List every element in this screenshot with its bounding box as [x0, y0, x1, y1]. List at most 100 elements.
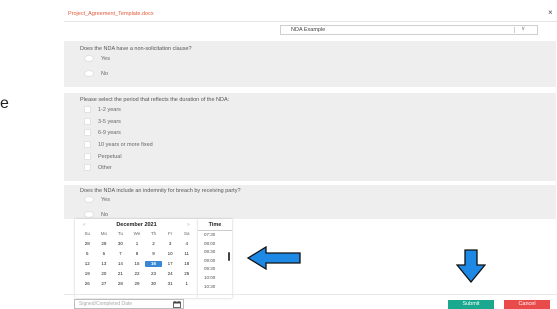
calendar-day[interactable]: 24: [162, 271, 179, 277]
calendar-day[interactable]: 17: [162, 261, 179, 267]
calendar-day[interactable]: 11: [178, 251, 195, 257]
calendar-day[interactable]: 7: [112, 251, 129, 257]
close-icon[interactable]: ×: [548, 9, 553, 17]
time-option[interactable]: 10:00: [204, 274, 215, 283]
header-divider: [64, 21, 557, 22]
option-label: 1-2 years: [98, 106, 121, 113]
calendar-day[interactable]: 12: [79, 261, 96, 267]
calendar-day[interactable]: 1: [129, 241, 146, 247]
radio-option[interactable]: No: [84, 70, 108, 77]
time-option[interactable]: 07:30: [204, 231, 215, 240]
question-card-non-solicitation: Does the NDA have a non-solicitation cla…: [64, 41, 556, 87]
calendar-day[interactable]: 30: [145, 281, 162, 287]
calendar-day[interactable]: 31: [162, 281, 179, 287]
checkbox[interactable]: [84, 153, 91, 160]
question-text: Does the NDA have a non-solicitation cla…: [80, 46, 192, 52]
time-option[interactable]: 09:00: [204, 257, 215, 266]
calendar-day[interactable]: 8: [129, 251, 146, 257]
calendar-icon[interactable]: [173, 301, 181, 308]
radio-option[interactable]: No: [84, 211, 108, 218]
option-label: 3-5 years: [98, 118, 121, 125]
calendar-day[interactable]: 10: [162, 251, 179, 257]
weekday-label: Th: [150, 231, 157, 236]
question-text: Please select the period that reflects t…: [80, 97, 230, 103]
signed-date-input[interactable]: Signed/Completed Date: [74, 299, 184, 309]
calendar-day-selected[interactable]: 16: [145, 261, 162, 267]
calendar-day[interactable]: 9: [145, 251, 162, 257]
arrow-down-annotation-icon: [456, 249, 486, 283]
weekday-label: Tu: [117, 231, 123, 236]
submit-button[interactable]: Submit: [448, 300, 494, 309]
radio-button[interactable]: [84, 70, 94, 77]
checkbox[interactable]: [84, 106, 91, 113]
calendar-day[interactable]: 25: [178, 271, 195, 277]
checkbox[interactable]: [84, 141, 91, 148]
calendar-day[interactable]: 18: [178, 261, 195, 267]
calendar-day[interactable]: 30: [112, 241, 129, 247]
calendar-day[interactable]: 26: [79, 281, 96, 287]
time-option[interactable]: 10:30: [204, 283, 215, 292]
calendar-day[interactable]: 2: [145, 241, 162, 247]
time-option[interactable]: 08:30: [204, 248, 215, 257]
calendar-month-title: December 2021: [116, 222, 157, 228]
calendar-day[interactable]: 5: [79, 251, 96, 257]
checkbox-option[interactable]: 10 years or more fixed: [84, 141, 153, 148]
checkbox-option[interactable]: Other: [84, 164, 112, 171]
checkbox-option[interactable]: 1-2 years: [84, 106, 121, 113]
question-card-duration: Please select the period that reflects t…: [64, 93, 556, 181]
checkbox-option[interactable]: 3-5 years: [84, 118, 121, 125]
chevron-down-icon[interactable]: ∨: [521, 25, 525, 32]
arrow-left-annotation-icon: [246, 246, 301, 270]
calendar-day[interactable]: 20: [96, 271, 113, 277]
weekday-label: Fr: [168, 231, 173, 236]
time-header: Time: [208, 222, 222, 228]
edge-letter: e: [0, 95, 9, 112]
option-label: Perpetual: [98, 153, 122, 160]
radio-button[interactable]: [84, 196, 94, 203]
checkbox[interactable]: [84, 164, 91, 171]
option-label: Yes: [101, 55, 110, 62]
weekday-label: Su: [84, 231, 91, 236]
time-option[interactable]: 08:00: [204, 240, 215, 249]
option-label: No: [101, 211, 109, 218]
calendar-day[interactable]: 21: [112, 271, 129, 277]
footer-divider: [64, 294, 557, 295]
question-card-indemnity: Does the NDA include an indemnity for br…: [64, 185, 556, 219]
calendar-day[interactable]: 1: [178, 281, 195, 287]
checkbox-option[interactable]: 6-9 years: [84, 129, 121, 136]
option-label: Yes: [101, 196, 110, 203]
calendar-day[interactable]: 14: [112, 261, 129, 267]
checkbox[interactable]: [84, 129, 91, 136]
radio-option[interactable]: Yes: [84, 55, 110, 62]
radio-button[interactable]: [84, 55, 94, 62]
calendar-day[interactable]: 3: [162, 241, 179, 247]
calendar-day[interactable]: 4: [178, 241, 195, 247]
calendar-day[interactable]: 29: [129, 281, 146, 287]
template-select[interactable]: NDA Example ∨: [280, 25, 538, 35]
date-placeholder: Signed/Completed Date: [79, 301, 133, 307]
time-option[interactable]: 09:30: [204, 265, 215, 274]
calendar-day[interactable]: 28: [79, 241, 96, 247]
checkbox[interactable]: [84, 118, 91, 125]
option-label: 10 years or more fixed: [98, 141, 153, 148]
calendar-day[interactable]: 29: [96, 241, 113, 247]
checkbox-option[interactable]: Perpetual: [84, 153, 122, 160]
calendar-day[interactable]: 22: [129, 271, 146, 277]
calendar-grid: Su Mo Tu We Th Fr Sa 28 29 30 1 2 3 4 5 6 7 8 9 10 11 12 13 14 1…: [79, 231, 195, 287]
option-label: Other: [98, 164, 112, 171]
time-list: 07:30 08:00 08:30 09:00 09:30 10:00 10:30: [204, 231, 215, 291]
calendar-day[interactable]: 27: [96, 281, 113, 287]
time-scrollbar[interactable]: [228, 252, 230, 261]
calendar-day[interactable]: 23: [145, 271, 162, 277]
radio-button[interactable]: [84, 211, 94, 218]
calendar-day[interactable]: 6: [96, 251, 113, 257]
weekday-label: Sa: [183, 231, 190, 236]
cancel-button[interactable]: Cancel: [504, 300, 550, 309]
calendar-day[interactable]: 15: [129, 261, 146, 267]
calendar-day[interactable]: 13: [96, 261, 113, 267]
next-month-button[interactable]: >: [187, 222, 190, 227]
radio-option[interactable]: Yes: [84, 196, 110, 203]
calendar-day[interactable]: 19: [79, 271, 96, 277]
calendar-day[interactable]: 28: [112, 281, 129, 287]
select-separator: [514, 27, 515, 33]
